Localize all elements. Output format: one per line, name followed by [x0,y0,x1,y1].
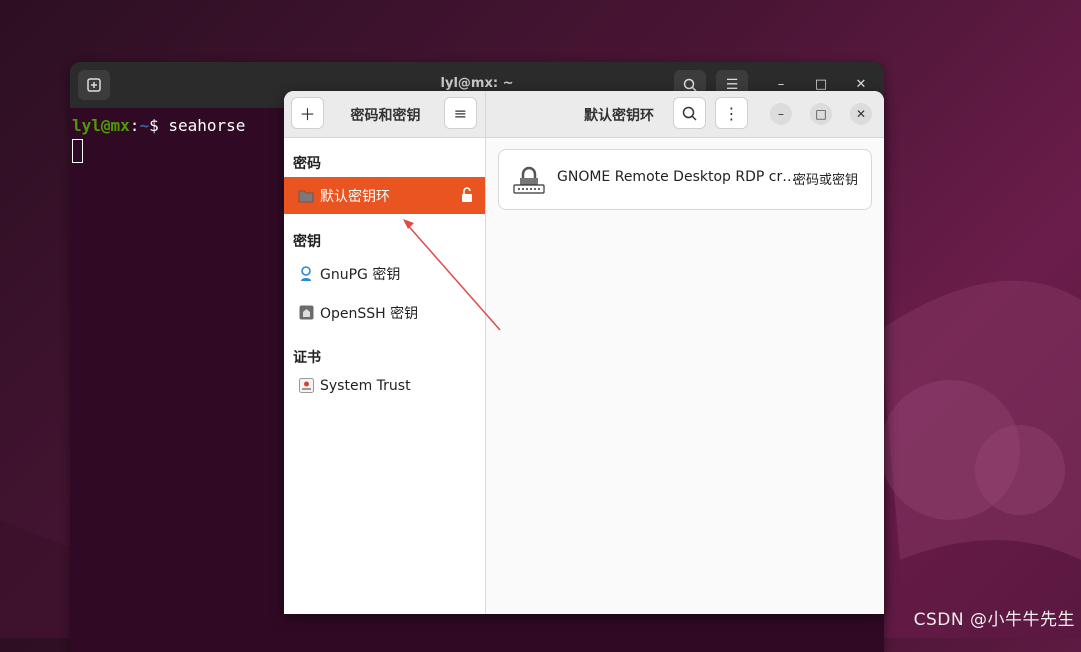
main-title: 默认密钥环 [584,108,654,124]
sidebar-item-label: OpenSSH 密钥 [320,305,419,322]
unlock-icon[interactable] [461,187,473,207]
minimize-button[interactable]: – [770,103,792,125]
search-icon [683,78,697,92]
gnupg-key-icon [298,265,314,282]
folder-icon [298,188,314,204]
password-lock-icon [513,166,545,198]
sidebar-item-label: 默认密钥环 [320,188,390,205]
terminal-cursor [72,139,83,163]
sidebar-item-label: GnuPG 密钥 [320,266,401,283]
add-button[interactable]: ＋ [291,97,324,129]
seahorse-window[interactable]: ＋ 密码和密钥 ≡ 密码 默认密钥环 密钥 GnuPG 密钥 OpenSSH 密… [284,91,884,614]
prompt-separator: : [129,116,140,135]
main-menu-button[interactable]: ≡ [444,97,477,129]
prompt-symbol: $ [149,116,159,135]
ssh-key-icon [298,305,314,321]
certificate-icon [298,378,314,394]
section-heading-certificates: 证书 [293,350,321,366]
sidebar-item-openssh[interactable]: OpenSSH 密钥 [284,294,485,331]
terminal-title: lyl@mx: ~ [440,76,514,91]
entry-name: GNOME Remote Desktop RDP cr… [557,169,797,185]
entry-type: 密码或密钥 [792,173,858,188]
sidebar: ＋ 密码和密钥 ≡ 密码 默认密钥环 密钥 GnuPG 密钥 OpenSSH 密… [284,91,486,614]
sidebar-item-gnupg[interactable]: GnuPG 密钥 [284,255,485,292]
search-button[interactable] [673,97,706,129]
prompt-path: ~ [139,116,150,135]
keyring-entry[interactable]: GNOME Remote Desktop RDP cr… 密码或密钥 [498,149,872,210]
terminal-command: seahorse [168,116,246,135]
main-header: 默认密钥环 ⋮ – □ ✕ [486,91,884,138]
close-button[interactable]: ✕ [850,103,872,125]
prompt-user: lyl@mx [72,116,130,135]
sidebar-item-label: System Trust [320,377,411,394]
sidebar-item-default-keyring[interactable]: 默认密钥环 [284,177,485,214]
section-heading-passwords: 密码 [293,156,321,172]
sidebar-item-system-trust[interactable]: System Trust [284,367,485,404]
sidebar-title: 密码和密钥 [350,108,421,124]
plus-icon: ＋ [299,105,316,124]
search-icon [682,106,697,121]
maximize-button[interactable]: □ [810,103,832,125]
hamburger-icon: ≡ [453,103,468,123]
main-pane: 默认密钥环 ⋮ – □ ✕ GNOME Remote Desktop RDP c… [486,91,884,614]
watermark: CSDN @小牛牛先生 [913,610,1075,630]
kebab-menu-icon: ⋮ [723,103,740,123]
more-options-button[interactable]: ⋮ [715,97,748,129]
sidebar-header: ＋ 密码和密钥 ≡ [284,91,485,138]
section-heading-keys: 密钥 [293,234,321,250]
